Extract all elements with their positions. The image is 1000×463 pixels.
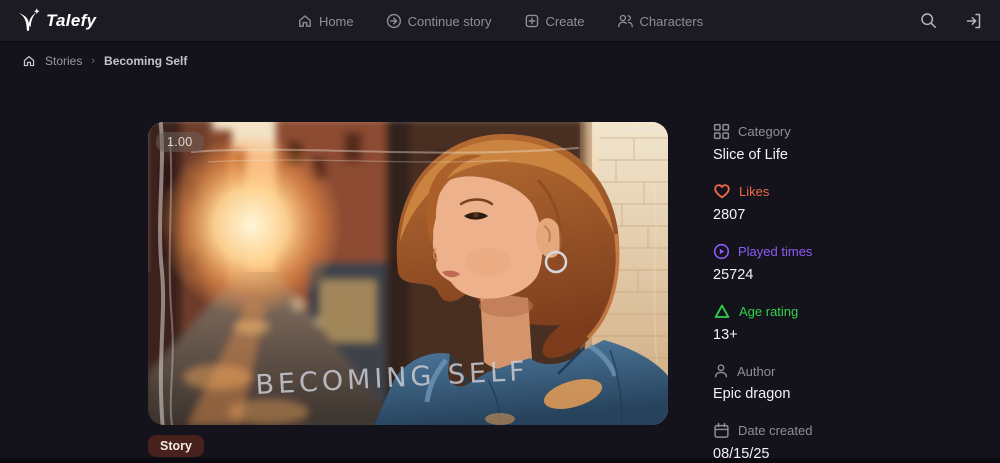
meta-label: Likes bbox=[739, 184, 770, 199]
nav-item-continue-story[interactable]: Continue story bbox=[386, 13, 492, 29]
breadcrumb: Stories › Becoming Self bbox=[0, 42, 1000, 80]
nav-label: Continue story bbox=[407, 13, 492, 29]
continue-story-icon bbox=[386, 13, 401, 29]
meta-value: 13+ bbox=[713, 327, 738, 343]
play-circle-icon bbox=[713, 243, 730, 260]
search-icon[interactable] bbox=[919, 11, 938, 30]
main-nav: Home Continue story Create Characters bbox=[297, 0, 703, 42]
cover-image-illustration: BECOMING SELF bbox=[148, 122, 668, 425]
breadcrumb-item-stories[interactable]: Stories bbox=[45, 54, 82, 68]
meta-label: Age rating bbox=[739, 304, 799, 319]
main-content: BECOMING SELF 1.00 Story Category Slice bbox=[0, 122, 1000, 463]
meta-label: Author bbox=[737, 363, 776, 379]
breadcrumb-home-icon[interactable] bbox=[22, 54, 36, 68]
nav-label: Create bbox=[545, 13, 585, 29]
meta-value: Epic dragon bbox=[713, 386, 791, 402]
nav-item-create[interactable]: Create bbox=[523, 13, 584, 29]
home-icon bbox=[299, 15, 311, 27]
page-bottom-edge bbox=[0, 458, 1000, 463]
nav-item-home[interactable]: Home bbox=[297, 13, 354, 29]
person-icon bbox=[714, 364, 728, 378]
nav-label: Characters bbox=[639, 13, 704, 29]
meta-age-rating: Age rating 13+ bbox=[713, 303, 812, 343]
story-cover[interactable]: BECOMING SELF 1.00 bbox=[148, 122, 668, 425]
breadcrumb-item-current: Becoming Self bbox=[104, 54, 188, 68]
navbar-right bbox=[919, 11, 984, 31]
cover-column: BECOMING SELF 1.00 Story bbox=[148, 122, 668, 463]
meta-played-times: Played times 25724 bbox=[713, 243, 812, 283]
playback-speed-badge[interactable]: 1.00 bbox=[156, 132, 204, 152]
brand-logo[interactable]: Talefy bbox=[16, 7, 97, 34]
login-icon[interactable] bbox=[964, 11, 984, 31]
meta-value: 2807 bbox=[713, 207, 746, 223]
meta-label: Category bbox=[738, 124, 791, 139]
meta-category: Category Slice of Life bbox=[713, 123, 812, 163]
brand-name: Talefy bbox=[46, 10, 97, 30]
calendar-icon bbox=[714, 422, 729, 438]
heart-icon bbox=[714, 184, 730, 199]
meta-value: 25724 bbox=[713, 267, 754, 283]
meta-date-created: Date created 08/15/25 bbox=[713, 422, 812, 462]
meta-label: Played times bbox=[738, 244, 813, 259]
characters-icon bbox=[617, 14, 633, 28]
meta-label: Date created bbox=[738, 423, 813, 438]
triangle-icon bbox=[714, 304, 730, 318]
grid-icon bbox=[713, 123, 730, 140]
top-navbar: Talefy Home Continue story Create Charac… bbox=[0, 0, 1000, 42]
talefy-logo-icon bbox=[19, 7, 40, 31]
create-icon bbox=[525, 14, 538, 28]
nav-item-characters[interactable]: Characters bbox=[616, 13, 703, 29]
breadcrumb-separator: › bbox=[91, 55, 96, 67]
meta-value: Slice of Life bbox=[713, 147, 788, 163]
meta-likes: Likes 2807 bbox=[713, 183, 812, 223]
story-meta: Category Slice of Life Likes 2807 Played… bbox=[713, 122, 812, 463]
nav-label: Home bbox=[318, 13, 354, 29]
meta-author: Author Epic dragon bbox=[713, 363, 812, 403]
story-type-badge[interactable]: Story bbox=[148, 435, 204, 457]
